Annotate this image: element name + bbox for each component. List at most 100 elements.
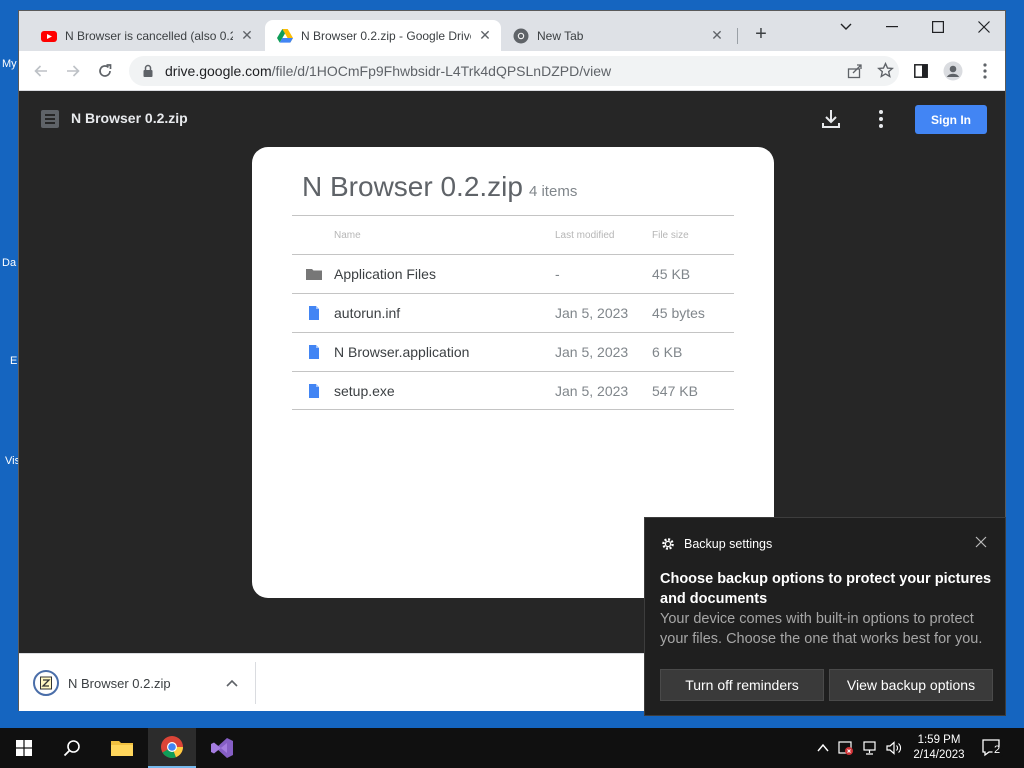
chrome-logo-icon <box>161 736 183 758</box>
file-name: autorun.inf <box>334 305 401 321</box>
share-icon[interactable] <box>847 63 863 79</box>
tab-search-button[interactable] <box>823 11 869 43</box>
action-center-button[interactable]: 2 <box>982 738 1004 758</box>
desktop-icon-label[interactable]: My <box>2 58 17 70</box>
preview-header: N Browser 0.2.zip Sign In <box>19 91 1005 147</box>
close-icon <box>978 21 990 33</box>
volume-icon[interactable] <box>886 740 902 756</box>
bookmark-star-icon[interactable] <box>877 62 894 79</box>
profile-button[interactable] <box>941 59 965 83</box>
tab-google-drive[interactable]: N Browser 0.2.zip - Google Drive ✕ <box>265 20 501 51</box>
forward-arrow-icon <box>67 65 80 77</box>
table-row[interactable]: setup.exe Jan 5, 2023 547 KB <box>292 371 734 410</box>
clock[interactable]: 1:59 PM 2/14/2023 <box>904 733 974 763</box>
reload-button[interactable] <box>93 59 117 83</box>
lock-icon[interactable] <box>141 64 155 78</box>
gear-icon <box>662 538 674 550</box>
address-bar[interactable]: drive.google.com/file/d/1HOCmFp9Fhwbsidr… <box>129 56 899 86</box>
table-row[interactable]: Application Files - 45 KB <box>292 254 734 293</box>
search-button[interactable] <box>48 728 96 768</box>
file-name: Application Files <box>334 266 436 282</box>
tab-separator <box>737 28 738 44</box>
taskbar: 1:59 PM 2/14/2023 2 <box>0 728 1024 768</box>
chrome-menu-button[interactable] <box>973 59 997 83</box>
table-header: Name Last modified File size <box>292 215 734 254</box>
security-icon[interactable] <box>838 740 854 756</box>
tab-title: N Browser is cancelled (also 0.2 <box>65 28 233 43</box>
more-options-icon[interactable] <box>869 107 893 131</box>
close-tab-icon[interactable]: ✕ <box>709 27 725 44</box>
url-host: drive.google.com <box>165 63 272 79</box>
sign-in-button[interactable]: Sign In <box>915 105 987 134</box>
minimize-button[interactable] <box>869 11 915 43</box>
file-name: N Browser.application <box>334 344 470 360</box>
clock-date: 2/14/2023 <box>913 749 965 761</box>
download-filename: N Browser 0.2.zip <box>68 675 171 691</box>
file-size: 45 bytes <box>652 305 705 321</box>
zip-title: N Browser 0.2.zip <box>302 171 523 202</box>
chrome-icon <box>513 28 529 43</box>
column-name: Name <box>334 229 361 241</box>
tab-title: N Browser 0.2.zip - Google Drive <box>301 28 471 43</box>
file-size: 6 KB <box>652 344 683 360</box>
zip-file-icon <box>41 110 59 128</box>
close-tab-icon[interactable]: ✕ <box>239 27 255 44</box>
close-window-button[interactable] <box>961 11 1007 43</box>
search-icon <box>63 740 80 757</box>
folder-icon <box>306 269 322 280</box>
tab-youtube[interactable]: N Browser is cancelled (also 0.2 ✕ <box>31 20 263 51</box>
chevron-up-icon[interactable] <box>224 675 240 691</box>
start-button[interactable] <box>0 728 48 768</box>
download-item[interactable]: N Browser 0.2.zip <box>33 668 253 698</box>
file-size: 45 KB <box>652 266 691 282</box>
notification-icon <box>982 739 1004 758</box>
chrome-taskbar-button[interactable] <box>148 728 196 768</box>
back-button[interactable] <box>29 59 53 83</box>
close-tab-icon[interactable]: ✕ <box>477 27 493 44</box>
forward-button[interactable] <box>61 59 85 83</box>
url-path: /file/d/1HOCmFp9Fhwbsidr-L4Trk4dQPSLnDZP… <box>271 63 612 79</box>
visual-studio-button[interactable] <box>198 728 246 768</box>
clock-time: 1:59 PM <box>917 734 961 746</box>
notification-body: Your device comes with built-in options … <box>660 611 983 647</box>
profile-avatar-icon <box>943 61 963 81</box>
network-icon[interactable] <box>863 740 879 756</box>
file-modified: Jan 5, 2023 <box>555 382 629 399</box>
doc-icon <box>309 345 319 359</box>
tab-new-tab[interactable]: New Tab ✕ <box>505 20 733 51</box>
view-backup-options-button[interactable]: View backup options <box>829 669 993 701</box>
table-row[interactable]: N Browser.application Jan 5, 2023 6 KB <box>292 332 734 371</box>
tab-title: New Tab <box>537 28 584 43</box>
reload-icon <box>99 64 112 77</box>
doc-icon <box>309 306 319 320</box>
chevron-up-icon[interactable] <box>815 740 831 756</box>
browser-toolbar: drive.google.com/file/d/1HOCmFp9Fhwbsidr… <box>19 51 1005 91</box>
file-explorer-button[interactable] <box>98 728 146 768</box>
back-arrow-icon <box>34 65 47 77</box>
maximize-button[interactable] <box>915 11 961 43</box>
file-modified: - <box>555 266 560 282</box>
maximize-icon <box>932 21 944 33</box>
download-icon[interactable] <box>819 107 843 131</box>
chevron-down-icon <box>840 23 852 30</box>
notification-title: Choose backup options to protect your pi… <box>660 571 992 607</box>
folder-icon <box>111 741 133 756</box>
side-panel-button[interactable] <box>909 59 933 83</box>
desktop-icon-label[interactable]: Da <box>2 257 16 269</box>
desktop-icon-label[interactable]: E <box>10 355 17 367</box>
file-size: 547 KB <box>652 382 698 399</box>
close-icon[interactable] <box>974 535 988 549</box>
url-text[interactable]: drive.google.com/file/d/1HOCmFp9Fhwbsidr… <box>165 63 611 79</box>
side-panel-icon <box>914 64 928 78</box>
preview-file-title: N Browser 0.2.zip <box>71 110 188 126</box>
column-file-size: File size <box>652 229 689 241</box>
vertical-dots-icon <box>983 63 987 79</box>
turn-off-reminders-button[interactable]: Turn off reminders <box>660 669 824 701</box>
file-modified: Jan 5, 2023 <box>555 305 629 321</box>
column-last-modified: Last modified <box>555 229 615 241</box>
item-count: 4 items <box>528 183 578 200</box>
minimize-icon <box>886 26 898 28</box>
table-row[interactable]: autorun.inf Jan 5, 2023 45 bytes <box>292 293 734 332</box>
archive-icon <box>33 670 59 696</box>
new-tab-button[interactable]: + <box>749 23 773 47</box>
